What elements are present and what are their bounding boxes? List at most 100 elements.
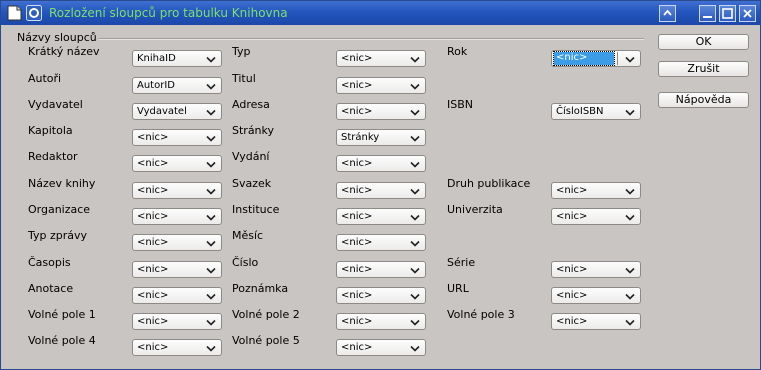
publisher-label: Vydavatel [28,98,83,111]
custom-field-2-value: <nic> [341,316,373,327]
year-value: <nic> [553,51,615,66]
institution-select[interactable]: <nic> [336,208,426,225]
edition-label: Vydání [232,150,270,163]
chevron-down-icon [206,161,216,168]
url-label: URL [447,282,469,295]
month-label: Měsíc [232,229,264,242]
pages-value: Stránky [341,132,380,143]
book-title-label: Název knihy [28,177,96,190]
institution-label: Instituce [232,203,280,216]
custom-field-4-value: <nic> [137,342,169,353]
chevron-down-icon [625,188,635,195]
authors-select[interactable]: AutorID [132,77,222,94]
title-label: Titul [232,72,256,85]
editor-label: Redaktor [28,150,78,163]
chevron-down-icon [206,109,216,116]
chevron-down-icon [206,319,216,326]
annotation-select[interactable]: <nic> [132,287,222,304]
year-select[interactable]: <nic> [551,50,641,67]
publication-type-select[interactable]: <nic> [551,182,641,199]
edition-select[interactable]: <nic> [336,155,426,172]
university-label: Univerzita [447,203,503,216]
isbn-label: ISBN [447,98,474,111]
book-title-select[interactable]: <nic> [132,182,222,199]
chevron-down-icon [206,293,216,300]
window-menu-icon[interactable] [26,5,42,21]
organization-select[interactable]: <nic> [132,208,222,225]
journal-select[interactable]: <nic> [132,261,222,278]
minimize-button[interactable] [699,5,716,22]
chevron-down-icon [410,109,420,116]
chevron-down-icon [410,267,420,274]
note-select[interactable]: <nic> [336,287,426,304]
publisher-value: Vydavatel [137,106,187,117]
report-type-select[interactable]: <nic> [132,234,222,251]
number-select[interactable]: <nic> [336,261,426,278]
organization-value: <nic> [137,211,169,222]
chevron-down-icon [206,345,216,352]
cancel-button[interactable]: Zrušit [658,61,749,77]
chapter-label: Kapitola [28,124,73,137]
edition-value: <nic> [341,158,373,169]
chevron-down-icon [410,135,420,142]
editor-select[interactable]: <nic> [132,155,222,172]
chapter-value: <nic> [137,132,169,143]
chevron-down-icon [410,83,420,90]
note-value: <nic> [341,290,373,301]
chevron-down-icon [206,240,216,247]
minimize-icon [703,16,712,18]
short-name-select[interactable]: KnihaID [132,50,222,67]
organization-label: Organizace [28,203,91,216]
custom-field-5-select[interactable]: <nic> [336,339,426,356]
pages-select[interactable]: Stránky [336,129,426,146]
chapter-select[interactable]: <nic> [132,129,222,146]
close-button[interactable] [739,5,756,22]
chevron-down-icon [625,56,635,63]
custom-field-2-select[interactable]: <nic> [336,313,426,330]
chevron-down-icon [206,188,216,195]
type-label: Typ [232,45,251,58]
chevron-down-icon [625,214,635,221]
custom-field-4-label: Volné pole 4 [28,334,96,347]
publication-type-label: Druh publikace [447,177,531,190]
publisher-select[interactable]: Vydavatel [132,103,222,120]
address-label: Adresa [232,98,270,111]
collapse-button[interactable] [659,5,676,22]
maximize-button[interactable] [719,5,736,22]
institution-value: <nic> [341,211,373,222]
volume-select[interactable]: <nic> [336,182,426,199]
year-label: Rok [447,45,468,58]
number-value: <nic> [341,264,373,275]
chevron-down-icon [625,293,635,300]
editor-value: <nic> [137,158,169,169]
ok-button[interactable]: OK [658,34,749,50]
custom-field-1-value: <nic> [137,316,169,327]
custom-field-3-value: <nic> [556,316,588,327]
custom-field-3-select[interactable]: <nic> [551,313,641,330]
journal-label: Časopis [28,256,71,269]
title-select[interactable]: <nic> [336,77,426,94]
short-name-value: KnihaID [137,53,176,64]
group-label: Názvy sloupců [17,31,97,44]
chevron-down-icon [410,214,420,221]
title-bar[interactable]: Rozložení sloupců pro tabulku Knihovna [1,1,760,25]
custom-field-5-value: <nic> [341,342,373,353]
url-select[interactable]: <nic> [551,287,641,304]
custom-field-4-select[interactable]: <nic> [132,339,222,356]
university-select[interactable]: <nic> [551,208,641,225]
isbn-select[interactable]: ČísloISBN [551,103,641,120]
address-select[interactable]: <nic> [336,103,426,120]
collapse-icon [663,9,672,16]
dialog-window: Rozložení sloupců pro tabulku Knihovna N… [0,0,761,370]
custom-field-1-select[interactable]: <nic> [132,313,222,330]
pages-label: Stránky [232,124,275,137]
chevron-down-icon [625,267,635,274]
help-button[interactable]: Nápověda [658,92,749,108]
group-divider [99,38,644,40]
document-icon [7,5,22,21]
series-select[interactable]: <nic> [551,261,641,278]
type-select[interactable]: <nic> [336,50,426,67]
month-select[interactable]: <nic> [336,234,426,251]
title-value: <nic> [341,80,373,91]
chevron-down-icon [410,56,420,63]
